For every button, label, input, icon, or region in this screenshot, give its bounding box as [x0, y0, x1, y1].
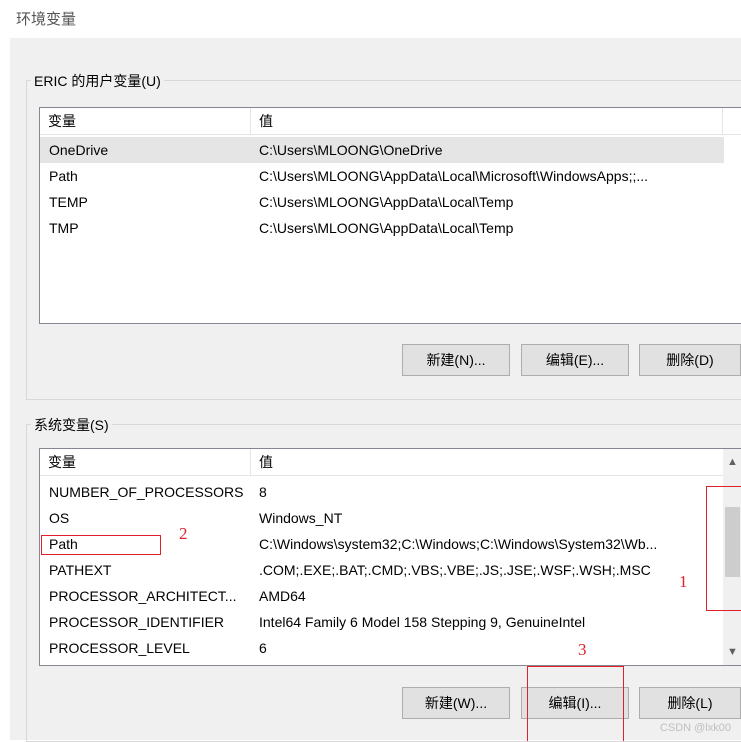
var-name: TMP: [49, 220, 79, 236]
var-value: Windows_NT: [259, 510, 343, 526]
var-value: Intel64 Family 6 Model 158 Stepping 9, G…: [259, 614, 586, 630]
var-name: TEMP: [49, 194, 88, 210]
annotation-number-two: 2: [179, 524, 188, 543]
column-header-value[interactable]: 值: [251, 108, 273, 134]
system-vars-list[interactable]: 变量 值 NUMBER_OF_PROCESSORS 8 OS Windows_N…: [39, 448, 741, 666]
annotation-box-edit-button: [527, 666, 624, 741]
column-header-value[interactable]: 值: [251, 449, 273, 475]
var-value: 8: [259, 484, 267, 500]
user-var-row-temp[interactable]: TEMP C:\Users\MLOONG\AppData\Local\Temp: [40, 189, 741, 215]
var-name: PATHEXT: [49, 562, 112, 578]
var-value: C:\Users\MLOONG\OneDrive: [259, 142, 443, 158]
var-name: NUMBER_OF_PROCESSORS: [49, 484, 244, 500]
var-value: C:\Windows\system32;C:\Windows;C:\Window…: [259, 536, 658, 552]
annotation-box-path-row: [41, 535, 161, 555]
user-vars-group-label: ERIC 的用户变量(U): [31, 71, 164, 91]
user-var-row-onedrive[interactable]: OneDrive C:\Users\MLOONG\OneDrive: [40, 137, 724, 163]
annotation-number-one: 1: [679, 572, 688, 591]
var-value: C:\Users\MLOONG\AppData\Local\Microsoft\…: [259, 168, 649, 184]
user-edit-button[interactable]: 编辑(E)...: [521, 344, 629, 376]
system-delete-button[interactable]: 删除(L): [639, 687, 741, 719]
column-header-variable[interactable]: 变量: [40, 449, 76, 475]
system-var-row-processor-architecture[interactable]: PROCESSOR_ARCHITECT... AMD64: [40, 583, 741, 609]
var-name: OneDrive: [49, 142, 109, 158]
system-var-row-processor-level[interactable]: PROCESSOR_LEVEL 6: [40, 635, 741, 661]
user-var-row-tmp[interactable]: TMP C:\Users\MLOONG\AppData\Local\Temp: [40, 215, 741, 241]
user-var-row-path[interactable]: Path C:\Users\MLOONG\AppData\Local\Micro…: [40, 163, 741, 189]
scroll-down-arrow-icon[interactable]: ▼: [723, 643, 741, 661]
var-value: 6: [259, 640, 267, 656]
system-var-row-os[interactable]: OS Windows_NT: [40, 505, 741, 531]
system-var-row-pathext[interactable]: PATHEXT .COM;.EXE;.BAT;.CMD;.VBS;.VBE;.J…: [40, 557, 741, 583]
var-name: PROCESSOR_ARCHITECT...: [49, 588, 237, 604]
var-name: Path: [49, 168, 78, 184]
annotation-number-three: 3: [578, 640, 587, 659]
system-vars-header: 变量 值: [40, 449, 741, 476]
column-header-variable[interactable]: 变量: [40, 108, 76, 134]
user-delete-button[interactable]: 删除(D): [639, 344, 741, 376]
watermark: CSDN @lxk00: [659, 722, 731, 734]
window-title: 环境变量: [16, 11, 77, 28]
column-separator[interactable]: [722, 108, 723, 134]
var-name: OS: [49, 510, 70, 526]
var-name: PROCESSOR_LEVEL: [49, 640, 190, 656]
var-value: C:\Users\MLOONG\AppData\Local\Temp: [259, 194, 514, 210]
scroll-up-arrow-icon[interactable]: ▲: [723, 453, 741, 471]
system-var-row-processor-identifier[interactable]: PROCESSOR_IDENTIFIER Intel64 Family 6 Mo…: [40, 609, 741, 635]
user-vars-list[interactable]: 变量 值 OneDrive C:\Users\MLOONG\OneDrive P…: [39, 107, 741, 324]
var-name: PROCESSOR_IDENTIFIER: [49, 614, 225, 630]
system-new-button[interactable]: 新建(W)...: [402, 687, 510, 719]
user-new-button[interactable]: 新建(N)...: [402, 344, 510, 376]
system-var-row-number-of-processors[interactable]: NUMBER_OF_PROCESSORS 8: [40, 479, 741, 505]
var-value: C:\Users\MLOONG\AppData\Local\Temp: [259, 220, 514, 236]
user-vars-header: 变量 值: [40, 108, 741, 135]
annotation-box-scrollbar: [706, 486, 741, 611]
var-value: .COM;.EXE;.BAT;.CMD;.VBS;.VBE;.JS;.JSE;.…: [259, 562, 651, 578]
system-vars-group-label: 系统变量(S): [31, 415, 112, 435]
var-value: AMD64: [259, 588, 306, 604]
